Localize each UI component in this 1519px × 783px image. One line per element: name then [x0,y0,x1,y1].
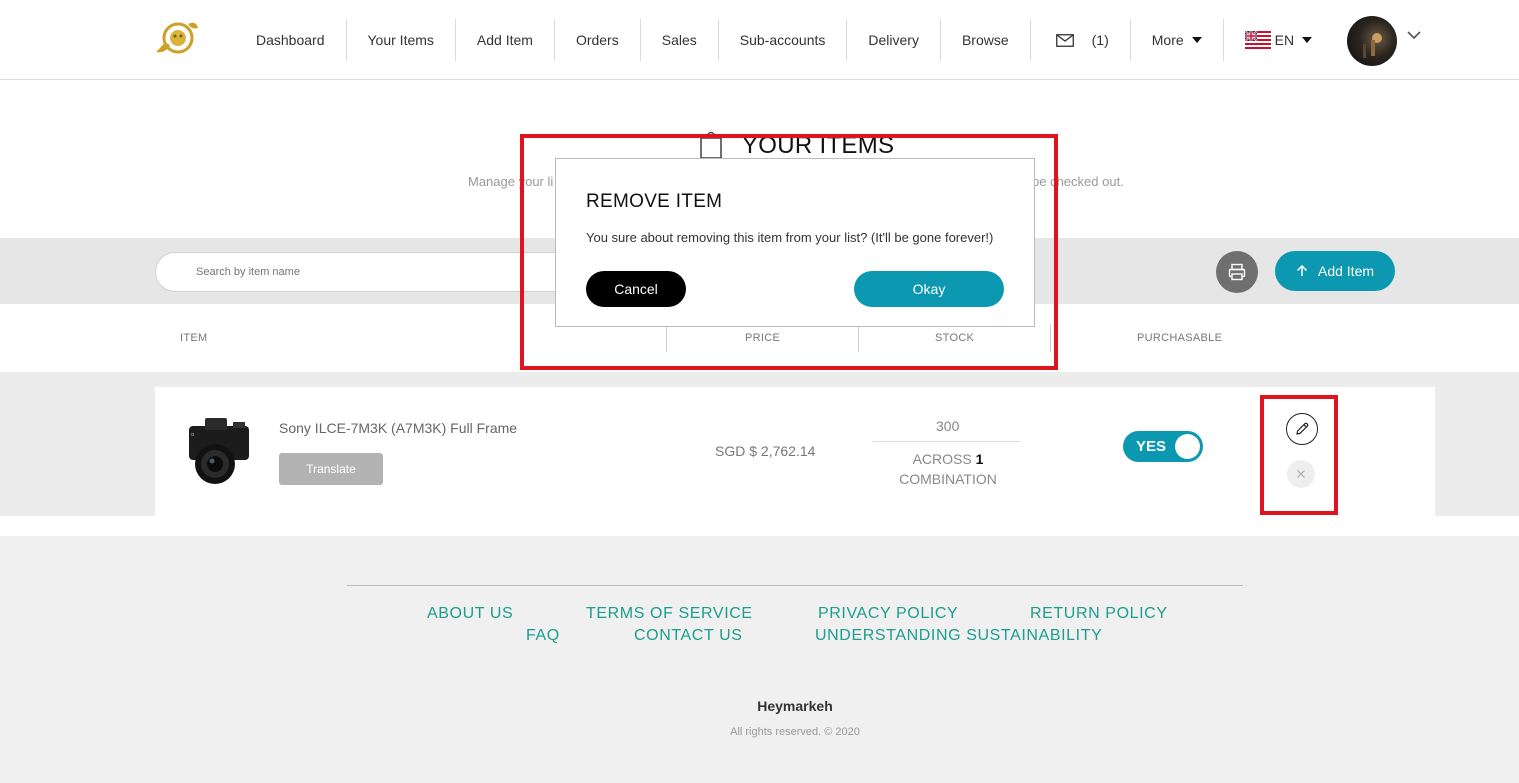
stock-combinations: ACROSS 1 COMBINATION [873,449,1023,489]
column-divider [858,324,859,352]
dialog-title: REMOVE ITEM [586,191,723,212]
column-header-price: PRICE [745,332,781,344]
edit-button[interactable] [1286,413,1318,445]
page-subtitle-start: Manage your li [468,174,554,189]
footer-link-return[interactable]: RETURN POLICY [1030,605,1168,623]
delete-button[interactable] [1287,460,1315,488]
add-item-button[interactable]: Add Item [1275,251,1395,291]
page-subtitle-end: be checked out. [1032,174,1124,189]
translate-button[interactable]: Translate [279,453,383,485]
mail-count: (1) [1091,32,1109,48]
across-suffix: COMBINATION [899,471,997,487]
footer-link-about[interactable]: ABOUT US [427,605,513,623]
print-button[interactable] [1216,251,1258,293]
footer-link-contact[interactable]: CONTACT US [634,627,743,645]
pencil-icon [1296,422,1309,435]
column-divider [666,324,667,352]
nav-more[interactable]: More [1131,19,1224,61]
svg-text:α: α [191,432,194,438]
footer-divider [347,585,1243,586]
arrow-up-icon [1296,265,1308,276]
print-icon [1228,263,1246,281]
camera-image: α [189,418,249,484]
main-nav: Dashboard Your Items Add Item Orders Sal… [235,19,1333,61]
avatar-image [1363,33,1382,58]
nav-your-items[interactable]: Your Items [347,19,456,61]
us-uk-flag-icon [1244,31,1271,49]
nav-sub-accounts[interactable]: Sub-accounts [719,19,848,61]
remove-item-dialog: REMOVE ITEM You sure about removing this… [555,158,1035,327]
okay-button[interactable]: Okay [854,271,1004,307]
toggle-label: YES [1136,438,1167,455]
lion-logo-icon[interactable] [152,18,202,58]
column-header-item: ITEM [180,332,208,344]
column-header-purchasable: PURCHASABLE [1137,332,1223,344]
across-count: 1 [975,451,984,467]
language-label: EN [1274,32,1295,48]
item-price: SGD $ 2,762.14 [715,443,816,459]
footer-link-terms[interactable]: TERMS OF SERVICE [586,605,753,623]
footer-link-faq[interactable]: FAQ [526,627,560,645]
caret-down-icon [1302,37,1313,43]
page-title: YOUR ITEMS [742,132,895,159]
search-input[interactable] [155,252,575,292]
more-label: More [1151,32,1184,48]
footer-link-privacy[interactable]: PRIVACY POLICY [818,605,958,623]
footer-link-sustainability[interactable]: UNDERSTANDING SUSTAINABILITY [815,627,1102,645]
caret-down-icon [1191,37,1202,43]
toggle-knob [1175,434,1200,459]
nav-dashboard[interactable]: Dashboard [235,19,347,61]
nav-sales[interactable]: Sales [641,19,719,61]
mail-icon [1055,33,1074,47]
cancel-button[interactable]: Cancel [586,271,686,307]
column-header-stock: STOCK [935,332,975,344]
nav-browse[interactable]: Browse [941,19,1031,61]
close-icon [1297,470,1305,478]
chevron-down-icon[interactable] [1407,30,1421,40]
dialog-message: You sure about removing this item from y… [586,230,994,245]
avatar[interactable] [1347,16,1397,66]
purchasable-toggle[interactable]: YES [1123,431,1203,462]
top-header: Dashboard Your Items Add Item Orders Sal… [0,0,1519,80]
nav-orders[interactable]: Orders [555,19,641,61]
footer-copyright: All rights reserved. © 2020 [730,726,860,738]
language-selector[interactable]: EN [1224,19,1333,61]
nav-delivery[interactable]: Delivery [847,19,941,61]
footer [0,536,1519,783]
column-divider [1050,324,1051,352]
item-stock: 300 [936,418,960,434]
item-name[interactable]: Sony ILCE-7M3K (A7M3K) Full Frame [279,420,517,436]
add-item-label: Add Item [1317,263,1375,279]
across-prefix: ACROSS [912,451,972,467]
footer-brand: Heymarkeh [757,698,833,714]
nav-add-item[interactable]: Add Item [456,19,555,61]
bag-icon [700,131,722,159]
nav-messages[interactable]: (1) [1031,19,1131,61]
stock-divider [873,441,1021,442]
